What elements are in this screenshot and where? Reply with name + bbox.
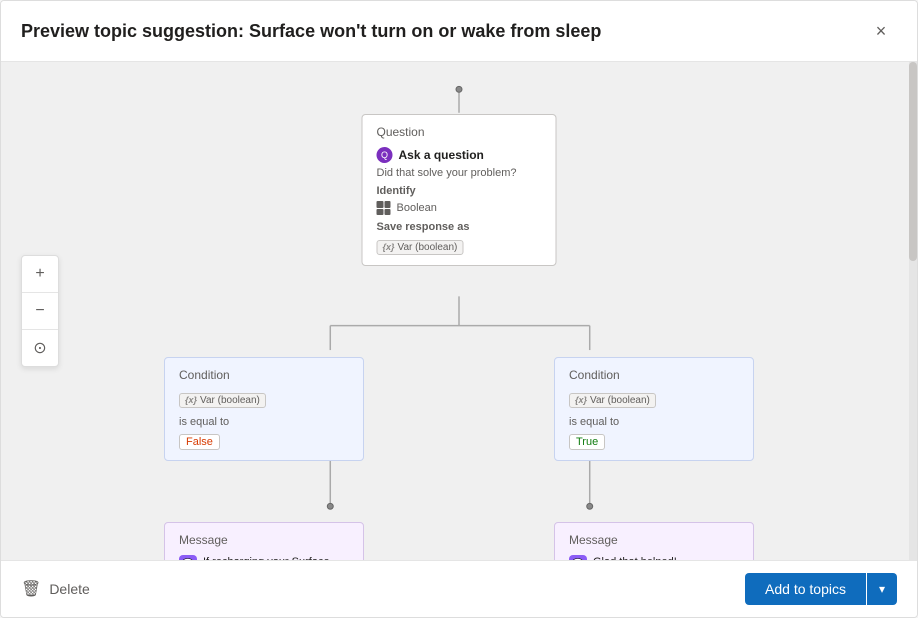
dialog-body: Question Q Ask a question Did that solve… — [1, 62, 917, 560]
dialog-title: Preview topic suggestion: Surface won't … — [21, 21, 601, 42]
zoom-controls: + − ⊙ — [21, 255, 59, 367]
ask-label: Ask a question — [399, 148, 484, 162]
scrollbar-thumb[interactable] — [909, 62, 917, 261]
grid-icon — [377, 201, 391, 215]
close-button[interactable]: × — [865, 15, 897, 47]
scrollbar[interactable] — [909, 62, 917, 560]
message-right-node: Message 💬 Glad that helped! — [554, 522, 754, 560]
message-left-text: If recharging your Surface didn't wake i… — [203, 555, 349, 560]
boolean-row: Boolean — [377, 201, 542, 215]
var-label: Var (boolean) — [398, 242, 458, 253]
condition-right-header: Condition — [569, 368, 739, 382]
message-left-icon: 💬 — [179, 555, 197, 560]
message-left-text-line1: If recharging your Surface didn't wake i… — [203, 555, 349, 560]
question-body-text: Did that solve your problem? — [377, 167, 542, 179]
add-to-topics-dropdown-button[interactable]: ▾ — [867, 573, 897, 605]
var-x-icon-left: {x} — [185, 395, 197, 405]
save-label: Save response as — [377, 221, 542, 233]
preview-dialog: Preview topic suggestion: Surface won't … — [0, 0, 918, 618]
condition-left-node: Condition {x} Var (boolean) is equal to … — [164, 357, 364, 461]
ask-icon: Q — [377, 147, 393, 163]
var-badge: {x} Var (boolean) — [377, 240, 464, 255]
delete-button[interactable]: 🗑 Delete — [21, 579, 90, 599]
var-x-icon: {x} — [383, 242, 395, 252]
message-right-icon: 💬 — [569, 555, 587, 560]
message-left-node: Message 💬 If recharging your Surface did… — [164, 522, 364, 560]
condition-right-var: {x} Var (boolean) — [569, 393, 656, 408]
message-left-content: 💬 If recharging your Surface didn't wake… — [179, 555, 349, 560]
condition-right-node: Condition {x} Var (boolean) is equal to … — [554, 357, 754, 461]
message-right-text: Glad that helped! — [593, 555, 677, 560]
add-to-topics-group: Add to topics ▾ — [745, 573, 897, 605]
question-header: Question — [377, 125, 542, 139]
delete-icon: 🗑 — [21, 579, 41, 599]
message-right-content: 💬 Glad that helped! — [569, 555, 739, 560]
condition-left-var-label: Var (boolean) — [200, 395, 260, 406]
condition-left-value: False — [179, 434, 220, 450]
zoom-out-button[interactable]: − — [22, 293, 58, 329]
var-x-icon-right: {x} — [575, 395, 587, 405]
add-to-topics-button[interactable]: Add to topics — [745, 573, 866, 605]
dialog-footer: 🗑 Delete Add to topics ▾ — [1, 560, 917, 617]
condition-left-header: Condition — [179, 368, 349, 382]
ask-question-row: Q Ask a question — [377, 147, 542, 163]
delete-label: Delete — [49, 581, 89, 597]
condition-left-equals: is equal to — [179, 416, 349, 428]
dialog-header: Preview topic suggestion: Surface won't … — [1, 1, 917, 62]
question-node: Question Q Ask a question Did that solve… — [362, 114, 557, 266]
zoom-fit-button[interactable]: ⊙ — [22, 330, 58, 366]
condition-left-var: {x} Var (boolean) — [179, 393, 266, 408]
zoom-in-button[interactable]: + — [22, 256, 58, 292]
message-left-header: Message — [179, 533, 349, 547]
condition-right-var-label: Var (boolean) — [590, 395, 650, 406]
condition-right-equals: is equal to — [569, 416, 739, 428]
identify-label: Identify — [377, 185, 542, 197]
message-right-header: Message — [569, 533, 739, 547]
condition-right-value: True — [569, 434, 605, 450]
identify-type: Boolean — [397, 202, 437, 214]
